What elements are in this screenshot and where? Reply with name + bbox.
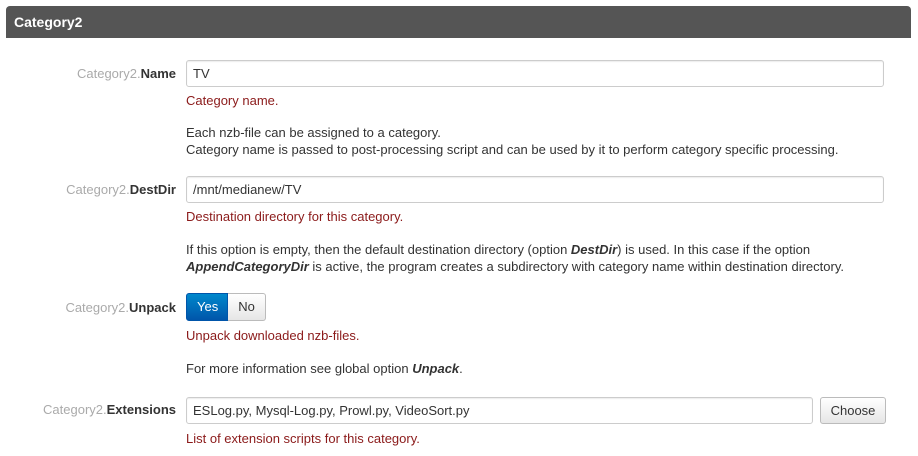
unpack-label-key: Unpack: [129, 300, 176, 315]
name-description-line2: Category name is passed to post-processi…: [186, 142, 839, 157]
extensions-label-key: Extensions: [106, 402, 176, 417]
name-label: Category2.Name: [77, 66, 176, 81]
destdir-label-prefix: Category2.: [66, 182, 130, 197]
extensions-label: Category2.Extensions: [43, 402, 176, 417]
name-input[interactable]: TV: [186, 60, 884, 87]
extensions-label-prefix: Category2.: [43, 402, 107, 417]
unpack-yes-button[interactable]: Yes: [186, 293, 228, 321]
destdir-desc-e: is active, the program creates a subdire…: [308, 259, 844, 274]
name-label-key: Name: [140, 66, 176, 81]
destdir-label: Category2.DestDir: [66, 182, 176, 197]
destdir-hint: Destination directory for this category.: [186, 209, 404, 224]
section-title: Category2: [14, 14, 83, 30]
destdir-description: If this option is empty, then the defaul…: [186, 241, 886, 275]
destdir-desc-c: ) is used. In this case if the option: [617, 242, 811, 257]
unpack-desc-a: For more information see global option: [186, 361, 413, 376]
extensions-input[interactable]: ESLog.py, Mysql-Log.py, Prowl.py, VideoS…: [186, 397, 813, 424]
name-label-prefix: Category2.: [76, 66, 141, 81]
unpack-toggle[interactable]: Yes No: [186, 293, 266, 321]
section-header: Category2: [6, 6, 911, 38]
unpack-no-button[interactable]: No: [228, 293, 266, 321]
destdir-desc-option: DestDir: [570, 242, 618, 257]
unpack-description: For more information see global option U…: [186, 360, 463, 377]
destdir-desc-appendcategorydir: AppendCategoryDir: [186, 259, 309, 274]
unpack-label: Category2.Unpack: [65, 300, 176, 315]
destdir-input[interactable]: /mnt/medianew/TV: [186, 176, 884, 203]
destdir-desc-a: If this option is empty, then the defaul…: [186, 242, 571, 257]
unpack-hint: Unpack downloaded nzb-files.: [186, 328, 360, 343]
unpack-desc-option: Unpack: [412, 361, 460, 376]
extensions-input-value: ESLog.py, Mysql-Log.py, Prowl.py, VideoS…: [193, 403, 470, 418]
name-hint: Category name.: [186, 93, 279, 108]
name-description-line1: Each nzb-file can be assigned to a categ…: [186, 125, 441, 140]
name-description: Each nzb-file can be assigned to a categ…: [186, 124, 839, 158]
choose-button[interactable]: Choose: [820, 397, 886, 424]
destdir-input-value: /mnt/medianew/TV: [193, 182, 302, 197]
name-input-value: TV: [193, 66, 210, 81]
unpack-label-prefix: Category2.: [65, 300, 130, 315]
extensions-hint: List of extension scripts for this categ…: [186, 431, 420, 446]
unpack-desc-c: .: [459, 361, 463, 376]
destdir-label-key: DestDir: [129, 182, 176, 197]
